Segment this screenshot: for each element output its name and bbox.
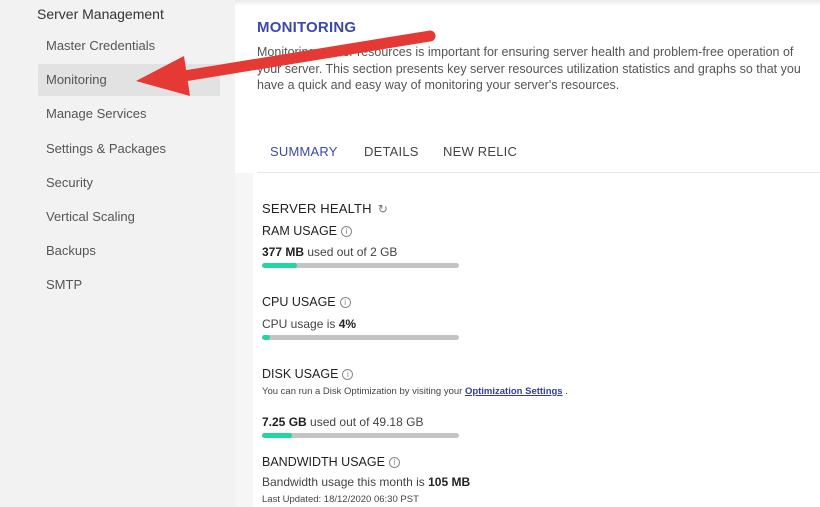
ram-usage-suffix: used out of 2 GB: [304, 245, 398, 259]
sidebar: Server Management Master Credentials Mon…: [0, 0, 235, 507]
disk-usage-value: 7.25 GB: [262, 415, 307, 429]
ram-usage-value-line: 377 MB used out of 2 GB: [262, 245, 397, 259]
cpu-usage-bar: [262, 335, 459, 340]
tab-new-relic[interactable]: NEW RELIC: [443, 140, 517, 173]
optimization-settings-link[interactable]: Optimization Settings: [465, 386, 563, 397]
sidebar-item-manage-services[interactable]: Manage Services: [38, 98, 220, 130]
cpu-usage-value-line: CPU usage is 4%: [262, 317, 356, 331]
sidebar-item-settings-packages[interactable]: Settings & Packages: [38, 133, 220, 165]
intro-text: Monitoring server resources is important…: [257, 45, 801, 92]
disk-usage-heading: DISK USAGE i: [262, 367, 354, 381]
cpu-usage-value: 4%: [338, 317, 357, 331]
info-icon[interactable]: i: [342, 369, 354, 381]
sidebar-item-security[interactable]: Security: [38, 167, 220, 199]
disk-usage-title: DISK USAGE: [262, 367, 339, 381]
server-health-heading: SERVER HEALTH ↻: [262, 201, 388, 216]
disk-usage-value-line: 7.25 GB used out of 49.18 GB: [262, 415, 423, 429]
sidebar-item-backups[interactable]: Backups: [38, 235, 220, 267]
sidebar-item-vertical-scaling[interactable]: Vertical Scaling: [38, 201, 220, 233]
ram-usage-value: 377 MB: [262, 245, 305, 259]
bandwidth-usage-title: BANDWIDTH USAGE: [262, 455, 385, 469]
last-updated-text: Last Updated: 18/12/2020 06:30 PST: [262, 494, 419, 505]
top-divider: [235, 0, 820, 6]
disk-usage-bar: [262, 433, 459, 438]
server-health-title: SERVER HEALTH: [262, 201, 372, 216]
disk-optimization-note: You can run a Disk Optimization by visit…: [262, 386, 568, 397]
cpu-usage-title: CPU USAGE: [262, 295, 336, 309]
bandwidth-usage-value: 105 MB: [428, 475, 471, 489]
bandwidth-usage-prefix: Bandwidth usage this month is: [262, 475, 429, 489]
bandwidth-usage-value-line: Bandwidth usage this month is 105 MB: [262, 475, 470, 489]
cpu-usage-prefix: CPU usage is: [262, 317, 339, 331]
ram-usage-heading: RAM USAGE i: [262, 224, 353, 238]
refresh-icon[interactable]: ↻: [378, 202, 388, 216]
sidebar-item-smtp[interactable]: SMTP: [38, 269, 220, 301]
cpu-usage-heading: CPU USAGE i: [262, 295, 351, 309]
tab-bar: SUMMARY DETAILS NEW RELIC: [257, 140, 820, 175]
ram-usage-bar: [262, 263, 459, 268]
info-icon[interactable]: i: [339, 297, 351, 309]
tab-details[interactable]: DETAILS: [364, 140, 419, 173]
sidebar-item-monitoring[interactable]: Monitoring: [38, 64, 220, 96]
disk-note-prefix: You can run a Disk Optimization by visit…: [262, 386, 465, 397]
page-title: MONITORING: [257, 19, 357, 36]
bandwidth-usage-heading: BANDWIDTH USAGE i: [262, 455, 400, 469]
server-health-panel: SERVER HEALTH ↻ RAM USAGE i 377 MB used ou…: [235, 173, 820, 507]
info-icon[interactable]: i: [341, 226, 353, 238]
cpu-usage-bar-fill: [262, 335, 270, 340]
sidebar-item-master-credentials[interactable]: Master Credentials: [38, 30, 220, 62]
disk-note-suffix: .: [562, 386, 568, 397]
disk-usage-suffix: used out of 49.18 GB: [306, 415, 424, 429]
tab-summary[interactable]: SUMMARY: [258, 140, 350, 175]
ram-usage-bar-fill: [262, 263, 298, 268]
disk-usage-bar-fill: [262, 433, 292, 438]
info-icon[interactable]: i: [388, 457, 400, 469]
sidebar-title: Server Management: [37, 6, 164, 22]
ram-usage-title: RAM USAGE: [262, 224, 338, 238]
